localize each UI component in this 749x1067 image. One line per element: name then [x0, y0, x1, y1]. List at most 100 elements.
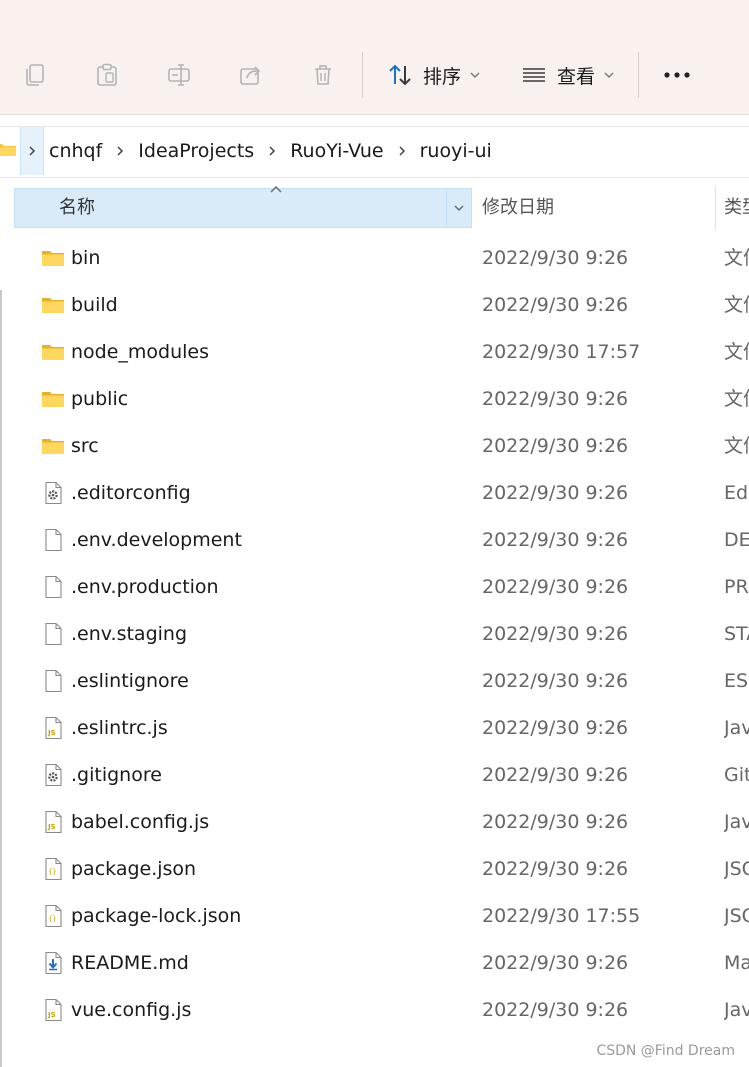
rename-button[interactable] — [162, 58, 196, 92]
file-name: package.json — [71, 858, 197, 880]
file-row[interactable]: src 2022/9/30 9:26 文件夹 — [0, 423, 749, 470]
file-row[interactable]: JS vue.config.js 2022/9/30 9:26 Java — [0, 987, 749, 1034]
file-name: build — [71, 294, 118, 316]
folder-icon — [0, 144, 16, 156]
more-options-button[interactable] — [660, 60, 694, 90]
json-file-icon: {} — [41, 904, 65, 928]
file-row[interactable]: JS babel.config.js 2022/9/30 9:26 Java — [0, 799, 749, 846]
file-row[interactable]: {} package-lock.json 2022/9/30 17:55 JSO — [0, 893, 749, 940]
file-type: JSO — [724, 905, 749, 927]
file-row[interactable]: build 2022/9/30 9:26 文件夹 — [0, 282, 749, 329]
file-name: node_modules — [71, 341, 210, 363]
column-divider[interactable] — [715, 186, 716, 230]
blank-file-icon — [41, 575, 65, 599]
file-type: Editor — [724, 482, 749, 504]
svg-text:{}: {} — [48, 915, 56, 923]
view-label: 查看 — [557, 65, 596, 88]
address-bar[interactable]: cnhqf IdeaProjects RuoYi-Vue ruoyi-ui — [0, 126, 749, 178]
json-file-icon: {} — [41, 857, 65, 881]
copy-button[interactable] — [18, 58, 52, 92]
file-modified-date: 2022/9/30 9:26 — [482, 435, 629, 457]
view-button[interactable]: 查看 — [521, 60, 615, 90]
file-row[interactable]: .env.production 2022/9/30 9:26 PRO — [0, 564, 749, 611]
file-type: JSO — [724, 858, 749, 880]
file-row[interactable]: .env.development 2022/9/30 9:26 DEV — [0, 517, 749, 564]
breadcrumb-expand-button[interactable] — [20, 127, 44, 175]
delete-button[interactable] — [306, 58, 340, 92]
file-modified-date: 2022/9/30 9:26 — [482, 717, 629, 739]
file-row[interactable]: .eslintignore 2022/9/30 9:26 ESL — [0, 658, 749, 705]
svg-text:JS: JS — [47, 823, 56, 831]
folder-icon — [41, 340, 65, 364]
share-icon — [240, 66, 261, 85]
column-header-date[interactable]: 修改日期 — [482, 188, 554, 228]
file-row[interactable]: {} package.json 2022/9/30 9:26 JSO — [0, 846, 749, 893]
column-header-type[interactable]: 类型 — [724, 188, 749, 228]
breadcrumb: cnhqf IdeaProjects RuoYi-Vue ruoyi-ui — [47, 127, 494, 175]
breadcrumb-item[interactable]: IdeaProjects — [136, 140, 256, 162]
file-row[interactable]: public 2022/9/30 9:26 文件夹 — [0, 376, 749, 423]
file-modified-date: 2022/9/30 9:26 — [482, 482, 629, 504]
toolbar-separator — [362, 52, 363, 98]
file-type: STA — [724, 623, 749, 645]
folder-icon — [41, 293, 65, 317]
file-modified-date: 2022/9/30 9:26 — [482, 294, 629, 316]
view-lines-icon — [523, 68, 545, 82]
file-row[interactable]: README.md 2022/9/30 9:26 Mar — [0, 940, 749, 987]
file-modified-date: 2022/9/30 9:26 — [482, 764, 629, 786]
file-row[interactable]: .gitignore 2022/9/30 9:26 Git — [0, 752, 749, 799]
column-filter-button[interactable] — [446, 189, 471, 227]
gear-file-icon — [41, 481, 65, 505]
breadcrumb-item[interactable]: ruoyi-ui — [418, 140, 494, 162]
breadcrumb-item[interactable]: RuoYi-Vue — [288, 140, 385, 162]
folder-icon — [41, 434, 65, 458]
file-modified-date: 2022/9/30 17:55 — [482, 905, 641, 927]
share-button[interactable] — [234, 58, 268, 92]
column-header-name[interactable]: 名称 — [14, 186, 472, 228]
chevron-down-icon — [604, 72, 614, 78]
column-name-label: 名称 — [59, 197, 95, 218]
sort-ascending-icon — [270, 186, 282, 193]
file-name: .editorconfig — [71, 482, 191, 504]
md-file-icon — [41, 951, 65, 975]
js-file-icon: JS — [41, 716, 65, 740]
trash-icon — [315, 65, 331, 85]
file-type: 文件夹 — [724, 341, 749, 363]
chevron-right-icon — [29, 146, 36, 156]
chevron-right-icon[interactable] — [115, 145, 125, 157]
file-name: README.md — [71, 952, 189, 974]
sort-button[interactable]: 排序 — [387, 60, 481, 90]
more-dots-icon — [664, 72, 690, 78]
file-row[interactable]: .env.staging 2022/9/30 9:26 STA — [0, 611, 749, 658]
file-type: 文件夹 — [724, 435, 749, 457]
paste-button[interactable] — [90, 58, 124, 92]
blank-file-icon — [41, 622, 65, 646]
chevron-right-icon[interactable] — [397, 145, 407, 157]
chevron-right-icon[interactable] — [267, 145, 277, 157]
file-modified-date: 2022/9/30 9:26 — [482, 529, 629, 551]
file-row[interactable]: .editorconfig 2022/9/30 9:26 Editor — [0, 470, 749, 517]
breadcrumb-item[interactable]: cnhqf — [47, 140, 104, 162]
file-name: .env.development — [71, 529, 242, 551]
file-modified-date: 2022/9/30 9:26 — [482, 247, 629, 269]
file-list: bin 2022/9/30 9:26 文件夹 build 2022/9/30 9:26 文… — [0, 235, 749, 1034]
file-modified-date: 2022/9/30 9:26 — [482, 388, 629, 410]
paste-icon — [97, 63, 117, 86]
file-row[interactable]: JS .eslintrc.js 2022/9/30 9:26 Java — [0, 705, 749, 752]
sort-icon — [389, 64, 411, 86]
chevron-down-icon — [470, 72, 480, 78]
file-row[interactable]: bin 2022/9/30 9:26 文件夹 — [0, 235, 749, 282]
rename-icon — [168, 64, 190, 86]
file-row[interactable]: node_modules 2022/9/30 17:57 文件夹 — [0, 329, 749, 376]
file-name: package-lock.json — [71, 905, 242, 927]
svg-text:JS: JS — [47, 1011, 56, 1019]
file-modified-date: 2022/9/30 9:26 — [482, 670, 629, 692]
file-modified-date: 2022/9/30 9:26 — [482, 952, 629, 974]
file-modified-date: 2022/9/30 9:26 — [482, 858, 629, 880]
file-modified-date: 2022/9/30 17:57 — [482, 341, 641, 363]
file-type: PRO — [724, 576, 749, 598]
blank-file-icon — [41, 528, 65, 552]
file-type: Java — [724, 999, 749, 1021]
copy-icon — [26, 64, 44, 86]
file-type: Java — [724, 811, 749, 833]
